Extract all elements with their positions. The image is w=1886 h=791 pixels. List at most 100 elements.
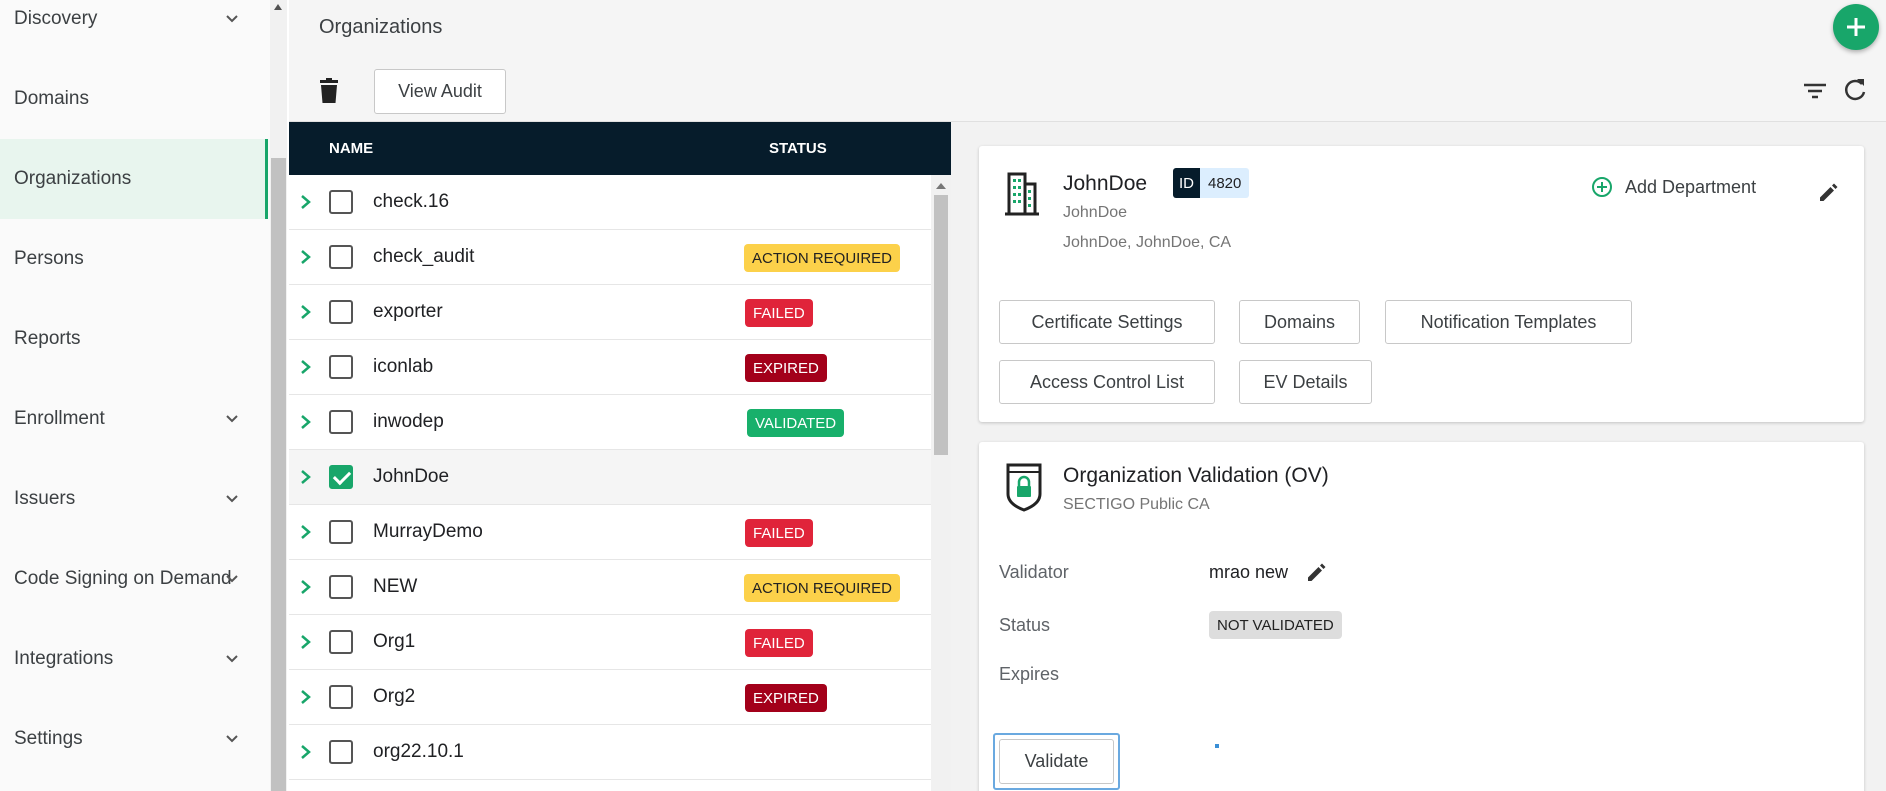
table-row[interactable]: MurrayDemo FAILED (289, 505, 931, 560)
loading-indicator (1215, 744, 1219, 748)
chevron-right-icon[interactable] (299, 522, 313, 542)
table-row[interactable]: exporter FAILED (289, 285, 931, 340)
row-checkbox[interactable] (329, 685, 353, 709)
row-checkbox[interactable] (329, 575, 353, 599)
scrollbar-thumb[interactable] (934, 195, 948, 455)
sidebar-item-label: Organizations (14, 168, 132, 189)
plus-circle-icon (1592, 177, 1612, 197)
add-department-button[interactable]: Add Department (1591, 176, 1756, 198)
table-row-selected[interactable]: JohnDoe (289, 450, 931, 505)
sidebar-item-discovery[interactable]: Discovery (0, 0, 268, 59)
sidebar-item-label: Issuers (14, 488, 76, 509)
status-badge: EXPIRED (745, 684, 827, 712)
chevron-right-icon[interactable] (299, 302, 313, 322)
row-checkbox[interactable] (329, 355, 353, 379)
domains-button[interactable]: Domains (1239, 300, 1360, 344)
column-header-status[interactable]: STATUS (769, 140, 827, 157)
filter-icon[interactable] (1801, 78, 1829, 104)
refresh-icon[interactable] (1841, 76, 1869, 104)
detail-pane: JohnDoe ID 4820 JohnDoe JohnDoe, JohnDoe… (951, 122, 1886, 791)
scroll-up-arrow-icon[interactable] (274, 4, 282, 10)
chevron-down-icon (226, 655, 238, 663)
sidebar-item-label: Enrollment (14, 408, 105, 429)
add-department-label: Add Department (1625, 176, 1757, 197)
scroll-up-arrow-icon[interactable] (936, 183, 946, 189)
sidebar-scrollbar[interactable] (270, 0, 287, 791)
validator-value: mrao new (1209, 562, 1289, 582)
chevron-right-icon[interactable] (299, 247, 313, 267)
row-name: check_audit (373, 246, 475, 267)
column-header-name[interactable]: NAME (329, 140, 373, 157)
row-checkbox[interactable] (329, 465, 353, 489)
table-row[interactable]: Org1 FAILED (289, 615, 931, 670)
sidebar-item-organizations[interactable]: Organizations (0, 139, 268, 219)
row-checkbox[interactable] (329, 410, 353, 434)
table-row[interactable]: check.16 (289, 175, 931, 230)
ev-details-button[interactable]: EV Details (1239, 360, 1372, 404)
chevron-right-icon[interactable] (299, 192, 313, 212)
organization-subtitle: JohnDoe (1063, 204, 1128, 221)
table-row[interactable]: iconlab EXPIRED (289, 340, 931, 395)
add-organization-button[interactable] (1833, 4, 1879, 50)
notification-templates-button[interactable]: Notification Templates (1385, 300, 1632, 344)
status-badge: FAILED (745, 299, 813, 327)
trash-icon[interactable] (317, 78, 341, 104)
chevron-down-icon (226, 735, 238, 743)
status-label: Status (999, 615, 1051, 635)
chevron-right-icon[interactable] (299, 467, 313, 487)
sidebar-item-persons[interactable]: Persons (0, 219, 268, 299)
sidebar-item-label: Integrations (14, 648, 114, 669)
row-checkbox[interactable] (329, 630, 353, 654)
sidebar-item-integrations[interactable]: Integrations (0, 619, 268, 699)
status-badge: VALIDATED (747, 409, 845, 437)
sidebar-item-enrollment[interactable]: Enrollment (0, 379, 268, 459)
sidebar-item-label: Settings (14, 728, 83, 749)
chevron-right-icon[interactable] (299, 357, 313, 377)
validation-title: Organization Validation (OV) (1063, 464, 1329, 487)
sidebar-item-label: Discovery (14, 8, 98, 29)
sidebar-item-label: Code Signing on Demand (14, 568, 232, 589)
table-row[interactable]: check_audit ACTION REQUIRED (289, 230, 931, 285)
validate-button[interactable]: Validate (999, 739, 1114, 784)
pencil-icon[interactable] (1305, 560, 1329, 584)
chevron-down-icon (226, 575, 238, 583)
pencil-icon[interactable] (1817, 180, 1841, 204)
sidebar-item-reports[interactable]: Reports (0, 299, 268, 379)
row-checkbox[interactable] (329, 300, 353, 324)
row-checkbox[interactable] (329, 520, 353, 544)
validate-focus-ring: Validate (993, 733, 1120, 790)
id-badge-label: ID (1173, 168, 1200, 198)
access-control-list-button[interactable]: Access Control List (999, 360, 1215, 404)
row-checkbox[interactable] (329, 740, 353, 764)
organizations-table: check.16 check_audit ACTION REQUIRED exp… (289, 175, 931, 791)
sidebar-item-settings[interactable]: Settings (0, 699, 268, 779)
validation-ca: SECTIGO Public CA (1063, 496, 1210, 513)
chevron-right-icon[interactable] (299, 742, 313, 762)
sidebar: Discovery Domains Organizations Persons … (0, 0, 270, 791)
chevron-right-icon[interactable] (299, 577, 313, 597)
table-row[interactable]: org22.10.1 (289, 725, 931, 780)
view-audit-button[interactable]: View Audit (374, 69, 506, 114)
sidebar-item-code-signing[interactable]: Code Signing on Demand (0, 539, 268, 619)
status-badge: NOT VALIDATED (1209, 611, 1342, 639)
status-badge: ACTION REQUIRED (744, 574, 901, 602)
row-checkbox[interactable] (329, 245, 353, 269)
sidebar-item-domains[interactable]: Domains (0, 59, 268, 139)
expires-label: Expires (999, 664, 1060, 684)
sidebar-item-label: Reports (14, 328, 81, 349)
table-row[interactable]: Org2 EXPIRED (289, 670, 931, 725)
row-checkbox[interactable] (329, 190, 353, 214)
chevron-right-icon[interactable] (299, 632, 313, 652)
organization-card: JohnDoe ID 4820 JohnDoe JohnDoe, JohnDoe… (979, 146, 1864, 422)
scrollbar-thumb[interactable] (271, 158, 286, 791)
table-row[interactable]: NEW ACTION REQUIRED (289, 560, 931, 615)
sidebar-item-issuers[interactable]: Issuers (0, 459, 268, 539)
table-scrollbar[interactable] (931, 175, 951, 791)
chevron-right-icon[interactable] (299, 412, 313, 432)
certificate-settings-button[interactable]: Certificate Settings (999, 300, 1215, 344)
id-badge: ID 4820 (1173, 168, 1250, 198)
chevron-down-icon (226, 15, 238, 23)
table-row[interactable]: inwodep VALIDATED (289, 395, 931, 450)
chevron-right-icon[interactable] (299, 687, 313, 707)
organization-name: JohnDoe (1063, 172, 1148, 195)
